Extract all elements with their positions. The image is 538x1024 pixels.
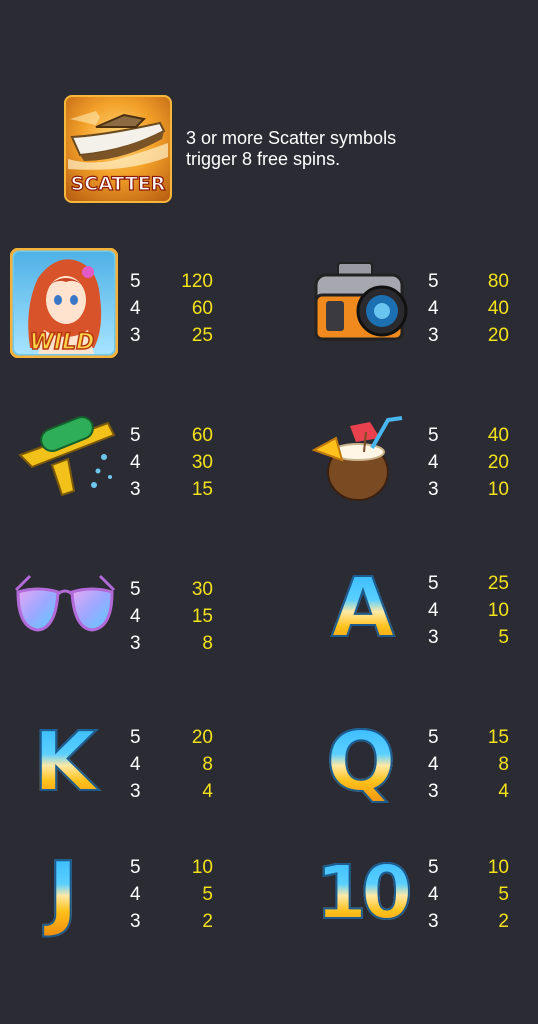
water-gun-icon — [12, 405, 122, 505]
pay-value: 10 — [487, 600, 509, 621]
pay-value: 4 — [498, 781, 509, 802]
letter-j-icon: J — [18, 851, 108, 936]
pay-count: 3 — [130, 479, 141, 500]
pay-value: 5 — [202, 884, 213, 905]
pay-count: 4 — [130, 606, 141, 627]
pay-value: 60 — [191, 298, 213, 319]
pay-value: 20 — [191, 727, 213, 748]
pay-count: 3 — [428, 479, 439, 500]
wild-girl-icon: WILD — [9, 247, 119, 359]
pay-value: 120 — [181, 271, 213, 292]
pay-value: 25 — [487, 573, 509, 594]
pay-count: 3 — [428, 627, 439, 648]
pay-value: 8 — [498, 754, 509, 775]
pay-count: 3 — [130, 633, 141, 654]
pay-count: 4 — [428, 600, 439, 621]
pay-value: 20 — [487, 452, 509, 473]
pay-count: 4 — [130, 884, 141, 905]
pay-count: 5 — [130, 727, 141, 748]
pay-value: 25 — [191, 325, 213, 346]
paytable-camera: 5 80 4 40 3 20 — [428, 268, 509, 349]
pay-count: 5 — [130, 425, 141, 446]
pay-value: 5 — [498, 884, 509, 905]
pay-count: 5 — [130, 857, 141, 878]
pay-value: 4 — [202, 781, 213, 802]
camera-icon — [310, 255, 410, 355]
pay-value: 40 — [487, 298, 509, 319]
paytable-k: 5 20 4 8 3 4 — [130, 724, 213, 805]
coconut-drink-icon — [306, 408, 416, 508]
paytable-10: 5 10 4 5 3 2 — [428, 854, 509, 935]
wild-label: WILD — [30, 330, 95, 355]
pay-value: 2 — [202, 911, 213, 932]
letter-a-icon: A — [318, 567, 408, 652]
pay-value: 40 — [487, 425, 509, 446]
number-10-icon: 10 — [306, 851, 416, 936]
pay-count: 5 — [428, 271, 439, 292]
pay-count: 3 — [130, 781, 141, 802]
pay-value: 15 — [487, 727, 509, 748]
pay-count: 3 — [130, 325, 141, 346]
pay-count: 5 — [130, 271, 141, 292]
pay-count: 4 — [428, 452, 439, 473]
pay-count: 3 — [428, 781, 439, 802]
pay-value: 5 — [498, 627, 509, 648]
pay-count: 5 — [428, 573, 439, 594]
pay-value: 10 — [487, 479, 509, 500]
pay-value: 15 — [191, 606, 213, 627]
paytable-sunglasses: 5 30 4 15 3 8 — [130, 576, 213, 657]
pay-value: 30 — [191, 452, 213, 473]
letter-k-icon: K — [20, 721, 110, 806]
paytable-coconut-drink: 5 40 4 20 3 10 — [428, 422, 509, 503]
pay-value: 10 — [191, 857, 213, 878]
pay-count: 4 — [130, 754, 141, 775]
pay-value: 80 — [487, 271, 509, 292]
pay-count: 4 — [428, 298, 439, 319]
pay-count: 4 — [130, 298, 141, 319]
pay-count: 5 — [428, 727, 439, 748]
scatter-info: SCATTER 3 or more Scatter symbols trigge… — [64, 95, 524, 205]
pay-count: 4 — [130, 452, 141, 473]
pay-count: 3 — [130, 911, 141, 932]
scatter-description: 3 or more Scatter symbols trigger 8 free… — [186, 128, 396, 170]
letter-q-icon: Q — [316, 721, 406, 806]
pay-value: 60 — [191, 425, 213, 446]
pay-value: 15 — [191, 479, 213, 500]
pay-value: 30 — [191, 579, 213, 600]
paytable-wild: 5 120 4 60 3 25 — [130, 268, 213, 349]
paytable-q: 5 15 4 8 3 4 — [428, 724, 509, 805]
pay-value: 8 — [202, 633, 213, 654]
scatter-speedboat-icon: SCATTER — [64, 95, 172, 203]
pay-count: 5 — [428, 857, 439, 878]
pay-value: 10 — [487, 857, 509, 878]
pay-count: 4 — [428, 754, 439, 775]
pay-count: 5 — [428, 425, 439, 446]
paytable-a: 5 25 4 10 3 5 — [428, 570, 509, 651]
pay-count: 3 — [428, 325, 439, 346]
pay-count: 3 — [428, 911, 439, 932]
scatter-description-line1: 3 or more Scatter symbols — [186, 128, 397, 148]
paytable-water-gun: 5 60 4 30 3 15 — [130, 422, 213, 503]
scatter-label: SCATTER — [71, 173, 166, 195]
pay-count: 5 — [130, 579, 141, 600]
pay-value: 20 — [487, 325, 509, 346]
sunglasses-icon — [12, 570, 118, 640]
pay-value: 2 — [498, 911, 509, 932]
pay-value: 8 — [202, 754, 213, 775]
pay-count: 4 — [428, 884, 439, 905]
paytable-j: 5 10 4 5 3 2 — [130, 854, 213, 935]
scatter-description-line2: trigger 8 free spins. — [186, 149, 341, 169]
